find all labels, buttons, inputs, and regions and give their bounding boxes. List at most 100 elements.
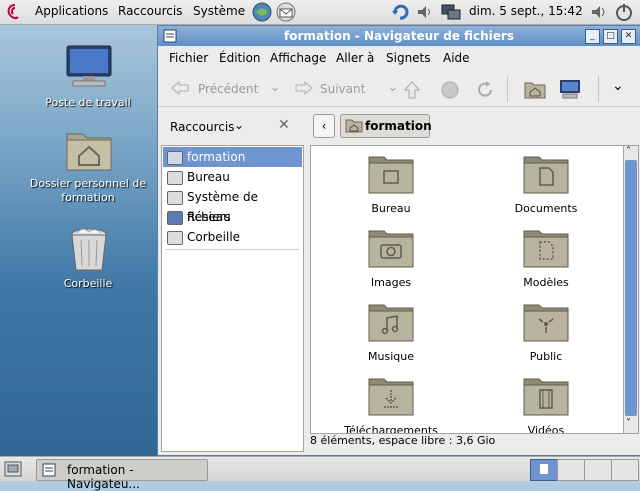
toolbar: Précédent ⌄ Suivant ⌄ ⌄	[158, 70, 640, 107]
forward-dropdown-icon[interactable]: ⌄	[388, 80, 398, 94]
folder-label: Bureau	[371, 202, 411, 215]
back-arrow-icon	[171, 80, 189, 96]
toolbar-overflow-icon[interactable]: ⌄	[612, 78, 624, 94]
maximize-button[interactable]: □	[603, 29, 618, 44]
scroll-thumb[interactable]	[625, 160, 637, 416]
network-icon[interactable]	[440, 2, 462, 22]
menubar: Fichier Édition Affichage Aller à Signet…	[158, 47, 640, 69]
workspace-3[interactable]	[584, 459, 612, 481]
file-manager-task-icon	[42, 463, 56, 477]
menu-aide[interactable]: Aide	[443, 51, 470, 65]
menu-fichier[interactable]: Fichier	[169, 51, 208, 65]
show-desktop-icon[interactable]	[4, 461, 22, 477]
mail-client-icon[interactable]	[276, 2, 296, 22]
trash-sidebar-icon	[167, 231, 183, 245]
forward-button[interactable]: Suivant ⌄	[290, 74, 406, 102]
menu-signets[interactable]: Signets	[386, 51, 431, 65]
browser-globe-icon[interactable]	[252, 2, 272, 22]
menu-edition[interactable]: Édition	[219, 51, 261, 65]
sidebar-item-trash[interactable]: Corbeille	[163, 227, 302, 247]
folder-label: Documents	[514, 202, 578, 215]
folder-item[interactable]: Musique	[331, 302, 451, 366]
sidebar-item-label: Réseau	[187, 210, 231, 224]
desktop-icon-computer[interactable]: Poste de travail	[20, 44, 156, 114]
sidebar-close-icon[interactable]: ✕	[278, 117, 290, 133]
computer-toolbar-icon[interactable]	[558, 78, 582, 100]
window-title: formation - Navigateur de fichiers	[283, 29, 514, 43]
desktop-icon-home[interactable]: Dossier personnel de formation	[20, 128, 156, 206]
taskbar-item-label: formation - Navigateu...	[67, 463, 140, 491]
taskbar-item-formation[interactable]: formation - Navigateu...	[36, 459, 208, 491]
folder-label: Musique	[368, 350, 414, 363]
minimize-button[interactable]: _	[585, 29, 600, 44]
folder-label: Vidéos	[527, 424, 565, 434]
public-folder-icon	[523, 304, 569, 342]
sidebar-header: Raccourcis ⌄ ✕	[158, 112, 303, 138]
forward-arrow-icon	[295, 80, 313, 96]
sidebar-selector[interactable]: Raccourcis	[170, 120, 234, 134]
documents-folder-icon	[523, 156, 569, 194]
sidebar-item-label: formation	[187, 150, 246, 164]
sidebar-item-label: Corbeille	[187, 230, 241, 244]
sidebar-item-bureau[interactable]: Bureau	[163, 167, 302, 187]
pictures-folder-icon	[368, 230, 414, 268]
reload-icon[interactable]	[475, 80, 495, 100]
folder-item[interactable]: Public	[486, 302, 606, 366]
window-titlebar[interactable]: formation - Navigateur de fichiers _ □ ✕	[158, 26, 640, 46]
location-button[interactable]: formation	[340, 114, 432, 138]
folder-item[interactable]: Documents	[486, 154, 606, 218]
menu-affichage[interactable]: Affichage	[270, 51, 326, 65]
back-button[interactable]: Précédent ⌄	[166, 74, 284, 102]
scroll-up-icon[interactable]: ˄	[626, 146, 631, 157]
desktop-label-computer: Poste de travail	[45, 96, 131, 109]
workspace-4[interactable]	[611, 459, 639, 481]
folder-item[interactable]: Images	[331, 228, 451, 292]
status-bar: 8 éléments, espace libre : 3,6 Gio	[310, 434, 496, 447]
folder-item[interactable]: Modèles	[486, 228, 606, 292]
back-dropdown-icon[interactable]: ⌄	[270, 80, 280, 94]
sidebar-list: formation Bureau Système de fichiers Rés…	[161, 145, 304, 452]
folder-view: Bureau Documents Images Modèles Musique …	[310, 145, 625, 434]
back-label: Précédent	[198, 82, 259, 96]
volume-control-icon[interactable]	[590, 3, 608, 21]
music-folder-icon	[368, 304, 414, 342]
shutdown-icon[interactable]	[614, 2, 634, 22]
network-sidebar-icon	[167, 211, 183, 225]
menu-applications[interactable]: Applications	[35, 4, 108, 18]
menu-aller-a[interactable]: Aller à	[336, 51, 374, 65]
file-manager-window: formation - Navigateur de fichiers _ □ ✕…	[157, 25, 640, 456]
computer-icon	[66, 45, 112, 87]
forward-label: Suivant	[320, 82, 366, 96]
up-arrow-icon[interactable]	[402, 80, 422, 100]
scroll-down-icon[interactable]: ˅	[626, 418, 631, 429]
desktop-icon-trash[interactable]: Corbeille	[20, 226, 156, 292]
sidebar-item-label: Bureau	[187, 170, 230, 184]
home-folder-icon	[66, 133, 112, 171]
workspace-2[interactable]	[557, 459, 585, 481]
videos-folder-icon	[523, 378, 569, 416]
sidebar-item-filesystem[interactable]: Système de fichiers	[163, 187, 302, 224]
sidebar-item-network[interactable]: Réseau	[163, 207, 302, 227]
close-button[interactable]: ✕	[621, 29, 636, 44]
debian-logo-icon[interactable]	[6, 3, 22, 21]
workspace-1[interactable]	[530, 459, 558, 481]
folder-item[interactable]: Bureau	[331, 154, 451, 218]
bottom-panel: formation - Navigateu...	[0, 456, 640, 491]
path-back-button[interactable]: ‹	[313, 114, 335, 138]
vertical-scrollbar[interactable]: ˄ ˅	[623, 145, 639, 434]
folder-label: Images	[370, 276, 412, 289]
sidebar-selector-chevron-icon[interactable]: ⌄	[234, 118, 244, 132]
folder-item[interactable]: Téléchargements	[331, 376, 451, 433]
filesystem-sidebar-icon	[167, 191, 183, 205]
volume-icon[interactable]	[416, 3, 434, 21]
home-icon[interactable]	[524, 79, 546, 99]
folder-item[interactable]: Vidéos	[486, 376, 606, 434]
sidebar-item-formation[interactable]: formation	[163, 147, 302, 167]
menu-raccourcis[interactable]: Raccourcis	[118, 4, 182, 18]
desktop-label-trash: Corbeille	[63, 277, 113, 290]
trash-icon	[71, 228, 107, 271]
menu-systeme[interactable]: Système	[193, 4, 245, 18]
update-notifier-icon[interactable]	[390, 2, 410, 22]
clock[interactable]: dim. 5 sept., 15:42	[469, 4, 583, 18]
stop-icon[interactable]	[440, 80, 460, 100]
